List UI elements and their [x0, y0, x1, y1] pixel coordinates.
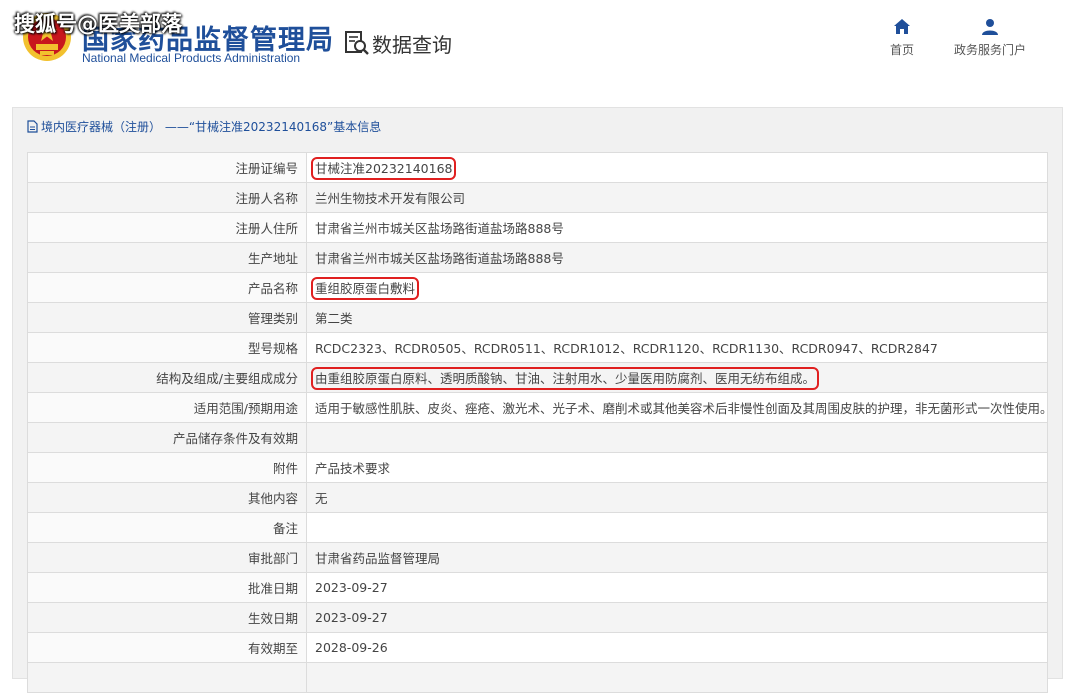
field-value-cell: 重组胶原蛋白敷料	[306, 272, 1048, 303]
table-row: 管理类别 第二类	[27, 302, 1048, 333]
field-value-cell: 2023-09-27	[306, 572, 1048, 603]
field-label: 型号规格	[27, 332, 307, 363]
field-value: 2023-09-27	[315, 610, 388, 625]
field-label: 生效日期	[27, 602, 307, 633]
table-row: 注册人住所 甘肃省兰州市城关区盐场路街道盐场路888号	[27, 212, 1048, 243]
field-value-cell	[306, 662, 1048, 693]
field-value-cell: 无	[306, 482, 1048, 513]
section-title: 数据查询	[372, 33, 452, 57]
field-value-cell: 甘械注准20232140168	[306, 152, 1048, 183]
field-value-cell: 甘肃省兰州市城关区盐场路街道盐场路888号	[306, 242, 1048, 273]
table-row: 型号规格 RCDC2323、RCDR0505、RCDR0511、RCDR1012、…	[27, 332, 1048, 363]
field-label: 有效期至	[27, 632, 307, 663]
field-label: 产品储存条件及有效期	[27, 422, 307, 453]
field-value-cell: 由重组胶原蛋白原料、透明质酸钠、甘油、注射用水、少量医用防腐剂、医用无纺布组成。	[306, 362, 1048, 393]
field-value: 无	[315, 491, 328, 506]
watermark-text: 搜狐号@医美部落	[14, 12, 182, 36]
field-value: 甘肃省药品监督管理局	[315, 551, 441, 566]
field-label: 适用范围/预期用途	[27, 392, 307, 423]
table-row: 批准日期 2023-09-27	[27, 572, 1048, 603]
home-icon	[894, 19, 910, 34]
detail-panel: 境内医疗器械（注册） ——“甘械注准20232140168”基本信息 注册证编号…	[12, 107, 1063, 693]
field-value-cell: RCDC2323、RCDR0505、RCDR0511、RCDR1012、RCDR…	[306, 332, 1048, 363]
table-row: 注册人名称 兰州生物技术开发有限公司	[27, 182, 1048, 213]
table-row: 产品名称 重组胶原蛋白敷料	[27, 272, 1048, 303]
table-row: 结构及组成/主要组成成分 由重组胶原蛋白原料、透明质酸钠、甘油、注射用水、少量医用…	[27, 362, 1048, 393]
field-value-cell	[306, 512, 1048, 543]
field-value-cell: 产品技术要求	[306, 452, 1048, 483]
table-row: 注册证编号 甘械注准20232140168	[27, 152, 1048, 183]
table-row: 其他内容无	[27, 482, 1048, 513]
field-value: 2023-09-27	[315, 580, 388, 595]
field-value-cell	[306, 422, 1048, 453]
nav-home[interactable]: 首页	[857, 18, 947, 58]
site-header: 国家药品监督管理局 National Medical Products Admi…	[0, 0, 1080, 88]
field-label: 结构及组成/主要组成成分	[27, 362, 307, 393]
field-label: 管理类别	[27, 302, 307, 333]
highlighted-field-value: 由重组胶原蛋白原料、透明质酸钠、甘油、注射用水、少量医用防腐剂、医用无纺布组成。	[310, 367, 820, 390]
table-row: 产品储存条件及有效期	[27, 422, 1048, 453]
logo-title-en[interactable]: National Medical Products Administration	[82, 51, 300, 65]
field-label: 生产地址	[27, 242, 307, 273]
table-row: 适用范围/预期用途 适用于敏感性肌肤、皮炎、痤疮、激光术、光子术、磨削术或其他美容…	[27, 392, 1048, 423]
table-row: 有效期至 2028-09-26	[27, 632, 1048, 663]
nav-service-portal[interactable]: 政务服务门户	[945, 18, 1035, 58]
nav-service-portal-label: 政务服务门户	[953, 43, 1026, 57]
field-label: 批准日期	[27, 572, 307, 603]
nav-home-label: 首页	[889, 43, 914, 57]
table-row: 审批部门 甘肃省药品监督管理局	[27, 542, 1048, 573]
field-value: 适用于敏感性肌肤、皮炎、痤疮、激光术、光子术、磨削术或其他美容术后非慢性创面及其…	[315, 401, 1048, 416]
field-value: RCDC2323、RCDR0505、RCDR0511、RCDR1012、RCDR…	[315, 341, 938, 356]
highlighted-field-value: 重组胶原蛋白敷料	[310, 277, 420, 300]
data-query-icon	[345, 31, 369, 55]
field-label: 备注	[27, 512, 307, 543]
field-value-cell: 第二类	[306, 302, 1048, 333]
field-value: 2028-09-26	[315, 640, 388, 655]
field-value: 产品技术要求	[315, 461, 391, 476]
table-row: 附件 产品技术要求	[27, 452, 1048, 483]
table-row: 生产地址 甘肃省兰州市城关区盐场路街道盐场路888号	[27, 242, 1048, 273]
panel-title-text: 境内医疗器械（注册） ——“甘械注准20232140168”基本信息	[41, 120, 382, 134]
document-icon	[27, 120, 38, 133]
panel-title: 境内医疗器械（注册） ——“甘械注准20232140168”基本信息	[27, 118, 381, 135]
field-label: 审批部门	[27, 542, 307, 573]
field-label	[27, 662, 307, 693]
table-row: 备注	[27, 512, 1048, 543]
info-table: 注册证编号 甘械注准20232140168 注册人名称 兰州生物技术开发有限公司 注册人…	[27, 152, 1048, 693]
highlighted-field-value: 甘械注准20232140168	[310, 157, 457, 180]
field-value-cell: 甘肃省药品监督管理局	[306, 542, 1048, 573]
field-label: 注册证编号	[27, 152, 307, 183]
field-value-cell: 2028-09-26	[306, 632, 1048, 663]
field-label: 注册人名称	[27, 182, 307, 213]
field-value-cell: 兰州生物技术开发有限公司	[306, 182, 1048, 213]
field-value: 兰州生物技术开发有限公司	[315, 191, 466, 206]
field-value-cell: 甘肃省兰州市城关区盐场路街道盐场路888号	[306, 212, 1048, 243]
field-value-cell: 适用于敏感性肌肤、皮炎、痤疮、激光术、光子术、磨削术或其他美容术后非慢性创面及其…	[306, 392, 1048, 423]
field-label: 产品名称	[27, 272, 307, 303]
table-row: 生效日期 2023-09-27	[27, 602, 1048, 633]
field-value: 甘肃省兰州市城关区盐场路街道盐场路888号	[315, 221, 564, 236]
field-value-cell: 2023-09-27	[306, 602, 1048, 633]
field-value: 甘肃省兰州市城关区盐场路街道盐场路888号	[315, 251, 564, 266]
table-row	[27, 662, 1048, 693]
field-value: 第二类	[315, 311, 353, 326]
user-icon	[982, 19, 998, 35]
field-label: 其他内容	[27, 482, 307, 513]
field-label: 注册人住所	[27, 212, 307, 243]
field-label: 附件	[27, 452, 307, 483]
